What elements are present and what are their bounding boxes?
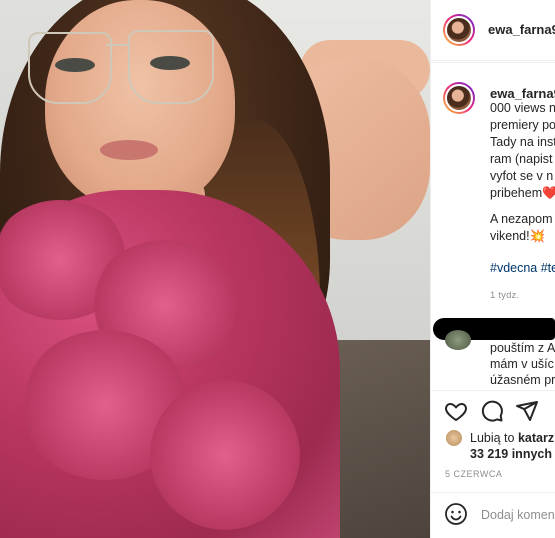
caption-hashtags[interactable]: #vdecna #te bbox=[490, 260, 555, 277]
posted-time[interactable]: 1 tydz. bbox=[490, 290, 519, 301]
heart-icon[interactable] bbox=[444, 399, 468, 423]
glasses-left-lens bbox=[28, 32, 112, 104]
liker-name[interactable]: katarz bbox=[518, 431, 554, 445]
smiley-icon[interactable] bbox=[444, 502, 468, 526]
caption-line: vyfot se v n bbox=[490, 169, 554, 183]
header-avatar[interactable] bbox=[443, 14, 475, 46]
comment-icon[interactable] bbox=[480, 399, 504, 423]
commenter-avatar[interactable] bbox=[445, 330, 471, 350]
share-icon[interactable] bbox=[515, 399, 539, 423]
header-username[interactable]: ewa_farna9 bbox=[488, 22, 555, 37]
caption-line: premiery po bbox=[490, 118, 555, 132]
caption-username[interactable]: ewa_farna9 bbox=[490, 86, 555, 101]
post-photo[interactable] bbox=[0, 0, 430, 538]
liker-avatar[interactable] bbox=[446, 430, 462, 446]
lips bbox=[100, 140, 158, 160]
likes-line-1: Lubią to katarz bbox=[470, 431, 554, 445]
caption-line: pribehem❤️ bbox=[490, 186, 555, 200]
comment-line: úžasném pr bbox=[490, 373, 555, 387]
caption-line: 000 views n bbox=[490, 101, 555, 115]
caption-line: vikend!💥 bbox=[490, 229, 546, 243]
comment-line: pouštím z A bbox=[490, 341, 555, 355]
add-comment-divider bbox=[430, 492, 555, 493]
likes-count[interactable]: 33 219 innych u bbox=[470, 447, 555, 461]
caption-paragraph-2: A nezapom vikend!💥 bbox=[490, 211, 555, 245]
caption-avatar[interactable] bbox=[443, 82, 475, 114]
glasses-right-lens bbox=[128, 30, 214, 104]
caption-text: 000 views n premiery po Tady na inst ram… bbox=[490, 100, 555, 202]
post-date[interactable]: 5 CZERWCA bbox=[445, 469, 502, 479]
add-comment-input[interactable]: Dodaj komen bbox=[481, 508, 555, 522]
dress-ruffle bbox=[150, 380, 300, 530]
glasses-bridge bbox=[106, 44, 130, 46]
likes-prefix: Lubią to bbox=[470, 431, 515, 445]
caption-line: ram (napist bbox=[490, 152, 553, 166]
header-divider bbox=[430, 62, 555, 63]
caption-line: Tady na inst bbox=[490, 135, 555, 149]
caption-line: A nezapom bbox=[490, 212, 553, 226]
comment-line: mám v ušíc bbox=[490, 357, 554, 371]
actions-divider bbox=[430, 390, 555, 391]
